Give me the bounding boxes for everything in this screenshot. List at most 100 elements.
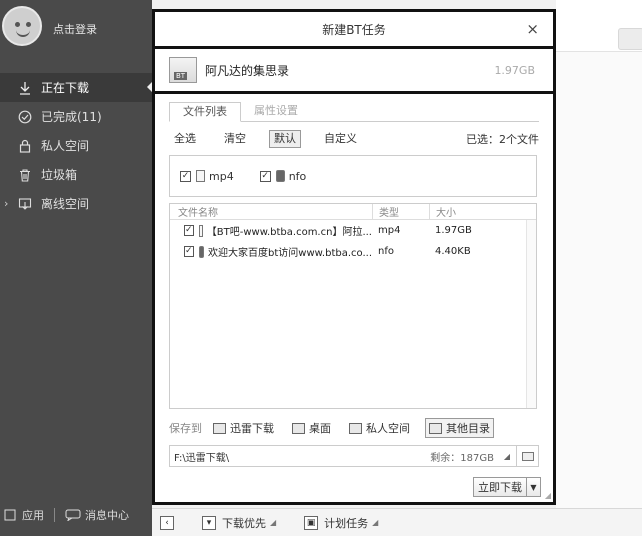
file-name-cell: ✓ 欢迎大家百度bt访问www.btba.co... <box>170 244 372 259</box>
table-row[interactable]: ✓ 【BT吧-www.btba.com.cn】阿拉... mp4 1.97GB <box>170 220 536 241</box>
destination-desktop[interactable]: 桌面 <box>289 418 334 438</box>
download-now-button[interactable]: 立即下载 <box>473 477 527 497</box>
task-size: 1.97GB <box>494 63 535 77</box>
table-row[interactable]: ✓ 欢迎大家百度bt访问www.btba.co... nfo 4.40KB <box>170 241 536 262</box>
destination-label: 其他目录 <box>446 422 490 435</box>
caret-icon[interactable]: ◢ <box>372 518 378 527</box>
tab-properties[interactable]: 属性设置 <box>241 102 311 122</box>
avatar[interactable] <box>2 6 42 46</box>
checkbox-checked-icon[interactable]: ✓ <box>184 225 194 236</box>
footer-divider <box>54 508 55 522</box>
tab-file-list[interactable]: 文件列表 <box>169 102 241 122</box>
browse-folder-button[interactable] <box>517 445 539 467</box>
checkbox-checked-icon[interactable]: ✓ <box>184 246 194 257</box>
apps-icon <box>4 509 16 521</box>
save-to-label: 保存到 <box>169 422 202 435</box>
table-header: 文件名称 类型 大小 <box>170 204 536 220</box>
default-button[interactable]: 默认 <box>269 130 301 148</box>
save-path-input[interactable]: F:\迅雷下载\ 剩余：187GB ◢ <box>169 445 517 467</box>
file-size: 1.97GB <box>435 225 472 236</box>
table-scrollbar[interactable] <box>526 220 536 408</box>
checkbox-checked-icon[interactable]: ✓ <box>180 170 191 182</box>
clear-button[interactable]: 清空 <box>219 130 251 148</box>
sidebar-item-label: 垃圾箱 <box>41 168 78 182</box>
dialog-header[interactable]: 新建BT任务 × <box>155 12 553 49</box>
sidebar-item-label: 私人空间 <box>41 139 90 153</box>
chevron-right-icon[interactable]: › <box>4 197 8 210</box>
destination-other-directory[interactable]: 其他目录 <box>425 418 494 438</box>
destination-label: 迅雷下载 <box>230 422 274 435</box>
destination-thunder-downloads[interactable]: 迅雷下载 <box>210 418 277 438</box>
apps-link[interactable]: 应用 <box>4 507 44 523</box>
filter-bar: 全选 清空 默认 自定义 已选：2个文件 <box>169 129 539 149</box>
caret-icon[interactable]: ◢ <box>270 518 276 527</box>
sidebar-item-label: 已完成(11) <box>41 110 102 124</box>
message-center-link[interactable]: 消息中心 <box>65 507 129 523</box>
scheduled-task-button[interactable]: 计划任务 <box>324 515 368 531</box>
task-name: 阿凡达的集思录 <box>205 63 290 78</box>
message-center-label: 消息中心 <box>85 509 129 522</box>
resize-grip-icon[interactable]: ◢ <box>545 491 551 500</box>
collapse-left-icon[interactable]: ‹ <box>160 515 174 530</box>
file-table: 文件名称 类型 大小 ✓ 【BT吧-www.btba.com.cn】阿拉... … <box>169 203 537 409</box>
login-link[interactable]: 点击登录 <box>53 21 97 37</box>
sidebar-item-completed[interactable]: 已完成(11) <box>0 102 152 131</box>
destination-label: 私人空间 <box>366 422 410 435</box>
path-row: F:\迅雷下载\ 剩余：187GB ◢ <box>169 445 539 467</box>
sidebar-item-trash[interactable]: 垃圾箱 <box>0 160 152 189</box>
avatar-mouth <box>16 30 30 37</box>
apps-label: 应用 <box>22 509 44 522</box>
bt-badge: BT <box>174 72 188 80</box>
private-space-icon <box>349 422 362 434</box>
file-type: nfo <box>378 246 394 257</box>
type-label: mp4 <box>209 169 234 183</box>
close-icon[interactable]: × <box>526 20 539 38</box>
checkbox-checked-icon[interactable]: ✓ <box>259 170 271 182</box>
type-filter-nfo[interactable]: ✓ nfo <box>259 169 307 183</box>
background-button[interactable] <box>618 28 642 50</box>
desktop-icon <box>292 422 305 434</box>
sidebar-item-private-space[interactable]: 私人空间 <box>0 131 152 160</box>
file-name-cell: ✓ 【BT吧-www.btba.com.cn】阿拉... <box>170 223 372 238</box>
dropdown-caret-icon[interactable]: ◢ <box>504 452 510 461</box>
file-name: 欢迎大家百度bt访问www.btba.co... <box>208 248 372 259</box>
type-filter-mp4[interactable]: ✓ mp4 <box>180 170 234 183</box>
nfo-file-icon <box>275 170 285 182</box>
new-bt-task-dialog: 新建BT任务 × BT 阿凡达的集思录 1.97GB 文件列表 属性设置 全选 … <box>152 9 556 505</box>
destination-label: 桌面 <box>309 422 331 435</box>
save-path-value: F:\迅雷下载\ <box>174 452 230 464</box>
file-type-filter: ✓ mp4 ✓ nfo <box>169 155 537 197</box>
sidebar-item-downloading[interactable]: 正在下载 <box>0 73 152 102</box>
download-priority-button[interactable]: 下载优先 <box>222 515 266 531</box>
cloud-icon <box>17 196 33 212</box>
folder-icon <box>213 422 226 434</box>
avatar-eye <box>15 22 20 27</box>
trash-icon <box>17 167 33 183</box>
chat-bubble-icon <box>65 509 81 521</box>
custom-button[interactable]: 自定义 <box>319 130 362 148</box>
download-button-group: 立即下载 ▼ <box>473 477 541 497</box>
sidebar: 点击登录 正在下载 已完成(11) 私人空间 垃圾箱 › 离线空间 应用 消息中… <box>0 0 152 536</box>
folder-icon <box>429 422 442 434</box>
sidebar-item-offline-space[interactable]: › 离线空间 <box>0 189 152 218</box>
save-location-bar: 保存到 迅雷下载 桌面 私人空间 其他目录 <box>169 417 539 439</box>
check-circle-icon <box>17 109 33 125</box>
file-type: mp4 <box>378 225 401 236</box>
video-file-icon <box>196 170 205 182</box>
destination-private-space[interactable]: 私人空间 <box>346 418 413 438</box>
lock-icon <box>17 138 33 154</box>
column-header-type[interactable]: 类型 <box>372 204 429 219</box>
chevron-down-icon[interactable]: ▼ <box>527 477 541 497</box>
select-all-button[interactable]: 全选 <box>169 130 201 148</box>
free-space: 剩余：187GB <box>430 452 494 464</box>
download-arrow-icon <box>17 80 33 96</box>
profile-area[interactable]: 点击登录 <box>0 0 152 62</box>
type-label: nfo <box>288 169 307 183</box>
video-file-icon <box>198 224 203 237</box>
dialog-tabs: 文件列表 属性设置 <box>169 102 539 122</box>
schedule-icon: ▣ <box>304 515 319 530</box>
avatar-eye <box>26 22 31 27</box>
column-header-size[interactable]: 大小 <box>429 204 509 219</box>
column-header-name[interactable]: 文件名称 <box>170 204 372 219</box>
bottom-toolbar: ‹ ▾ 下载优先 ◢ ▣ 计划任务 ◢ <box>152 508 642 536</box>
